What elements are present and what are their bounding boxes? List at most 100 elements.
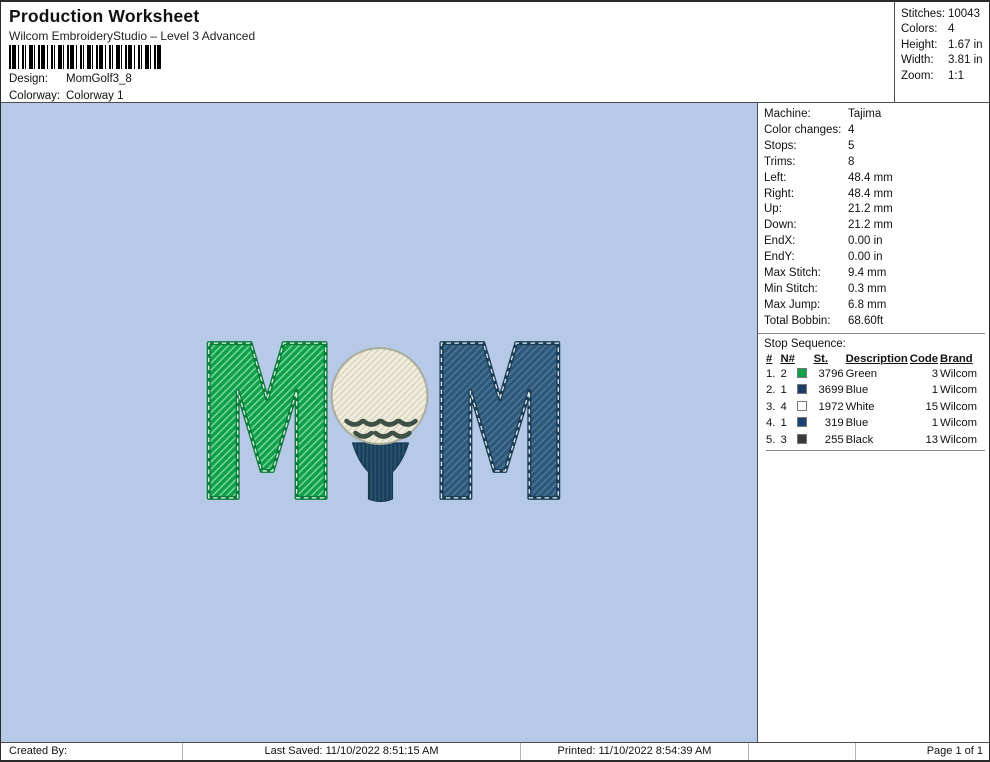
worksheet-header: Production Worksheet Wilcom EmbroiderySt… [1, 2, 989, 103]
stats-row: Colors: 4 [901, 22, 989, 37]
seq-st-count: 319 [824, 417, 844, 430]
machine-value: 21.2 mm [848, 219, 893, 232]
machine-label: Down: [764, 219, 797, 232]
stats-label: Height: [901, 38, 938, 51]
machine-value: 48.4 mm [848, 187, 893, 200]
design-canvas [1, 103, 758, 742]
stop-sequence-row: 2. 1 3699 Blue 1 Wilcom [766, 383, 985, 400]
seq-brand: Wilcom [940, 434, 978, 447]
embroidery-design [206, 341, 561, 502]
stop-sequence-row: 5. 3 255 Black 13 Wilcom [766, 433, 985, 450]
col-header-code: Code [909, 352, 939, 365]
machine-value: 21.2 mm [848, 203, 893, 216]
machine-row: Stops: 5 [764, 139, 985, 155]
stop-sequence-section: Stop Sequence: # N# St. Description Code… [758, 332, 985, 451]
seq-st-count: 255 [824, 434, 844, 447]
machine-label: Right: [764, 187, 795, 200]
seq-brand: Wilcom [940, 400, 978, 413]
machine-row: Down: 21.2 mm [764, 218, 985, 234]
seq-code: 15 [925, 400, 939, 413]
machine-row: Machine: Tajima [764, 107, 985, 123]
machine-value: 9.4 mm [848, 267, 887, 280]
machine-row: Min Stitch: 0.3 mm [764, 282, 985, 298]
stop-sequence-header-row: # N# St. Description Code Brand [766, 353, 985, 367]
seq-st-count: 3699 [818, 384, 844, 397]
seq-brand: Wilcom [940, 384, 978, 397]
design-label: Design: [9, 73, 48, 85]
seq-code: 3 [931, 367, 939, 380]
stop-sequence-row: 4. 1 319 Blue 1 Wilcom [766, 416, 985, 433]
worksheet-footer: Created By: Last Saved: 11/10/2022 8:51:… [1, 742, 989, 760]
col-header-brand: Brand [940, 352, 973, 365]
machine-row: Total Bobbin: 68.60ft [764, 314, 985, 330]
software-subtitle: Wilcom EmbroideryStudio – Level 3 Advanc… [9, 29, 256, 43]
seq-num: 2. [766, 384, 776, 397]
seq-description: Green [845, 367, 878, 380]
footer-spacer-cell [749, 743, 856, 760]
col-header-n-num: N# [780, 352, 795, 365]
machine-value: 0.00 in [848, 235, 883, 248]
design-letter-m-left [206, 341, 328, 500]
design-golf-tee [351, 442, 410, 502]
seq-st-count: 3796 [818, 367, 844, 380]
page-title: Production Worksheet [9, 6, 200, 26]
thread-color-swatch [797, 434, 808, 445]
machine-label: Machine: [764, 108, 811, 120]
page-number-cell: Page 1 of 1 [926, 745, 983, 757]
seq-code: 1 [931, 384, 939, 397]
seq-n-num: 3 [780, 434, 787, 447]
seq-st-count: 1972 [818, 400, 844, 413]
machine-row: EndY: 0.00 in [764, 250, 985, 266]
machine-label: Max Stitch: [764, 267, 821, 280]
machine-label: Up: [764, 203, 782, 216]
thread-color-swatch [797, 400, 808, 411]
col-header-swatch [797, 353, 813, 367]
seq-code: 13 [925, 434, 939, 447]
stats-value: 1:1 [948, 69, 964, 82]
stats-row: Height: 1.67 in [901, 38, 989, 53]
stats-label: Zoom: [901, 69, 934, 82]
machine-label: Trims: [764, 155, 796, 168]
thread-color-swatch [797, 367, 808, 378]
seq-description: Blue [845, 384, 869, 397]
machine-value: 48.4 mm [848, 171, 893, 184]
seq-num: 1. [766, 367, 776, 380]
machine-value: 68.60ft [848, 314, 884, 327]
machine-value: 0.3 mm [848, 282, 887, 295]
machine-row: EndX: 0.00 in [764, 234, 985, 250]
stop-sequence-table: # N# St. Description Code Brand 1. 2 379… [766, 353, 985, 451]
printed-cell: Printed: 11/10/2022 8:54:39 AM [521, 743, 749, 760]
stats-value: 1.67 in [948, 38, 983, 51]
machine-label: Max Jump: [764, 298, 821, 311]
machine-label: Min Stitch: [764, 282, 818, 295]
colorway-row: Colorway: Colorway 1 [9, 90, 124, 102]
machine-value: 4 [848, 123, 855, 136]
seq-n-num: 1 [780, 417, 787, 430]
machine-row: Left: 48.4 mm [764, 171, 985, 187]
colorway-value: Colorway 1 [66, 90, 124, 102]
seq-brand: Wilcom [940, 417, 978, 430]
machine-row: Max Jump: 6.8 mm [764, 298, 985, 314]
machine-label: Left: [764, 171, 787, 184]
seq-description: Black [845, 434, 874, 447]
thread-color-swatch [797, 384, 808, 395]
design-letter-m-right [439, 341, 561, 500]
seq-description: White [845, 400, 875, 413]
machine-label: EndY: [764, 251, 795, 264]
seq-num: 4. [766, 417, 776, 430]
machine-value: 5 [848, 139, 855, 152]
stats-label: Width: [901, 54, 934, 67]
design-row: Design: MomGolf3_8 [9, 73, 132, 85]
seq-n-num: 1 [780, 384, 787, 397]
design-golf-ball [330, 347, 429, 445]
design-value: MomGolf3_8 [66, 73, 132, 85]
design-stats-box: Stitches: 10043 Colors: 4 Height: 1.67 in W… [894, 2, 989, 102]
created-by-cell: Created By: [1, 743, 183, 760]
stats-row: Stitches: 10043 [901, 7, 989, 22]
machine-row: Right: 48.4 mm [764, 187, 985, 203]
machine-value: 8 [848, 155, 855, 168]
seq-brand: Wilcom [940, 367, 978, 380]
stats-value: 3.81 in [948, 54, 983, 67]
machine-row: Up: 21.2 mm [764, 202, 985, 218]
machine-label: Stops: [764, 139, 797, 152]
